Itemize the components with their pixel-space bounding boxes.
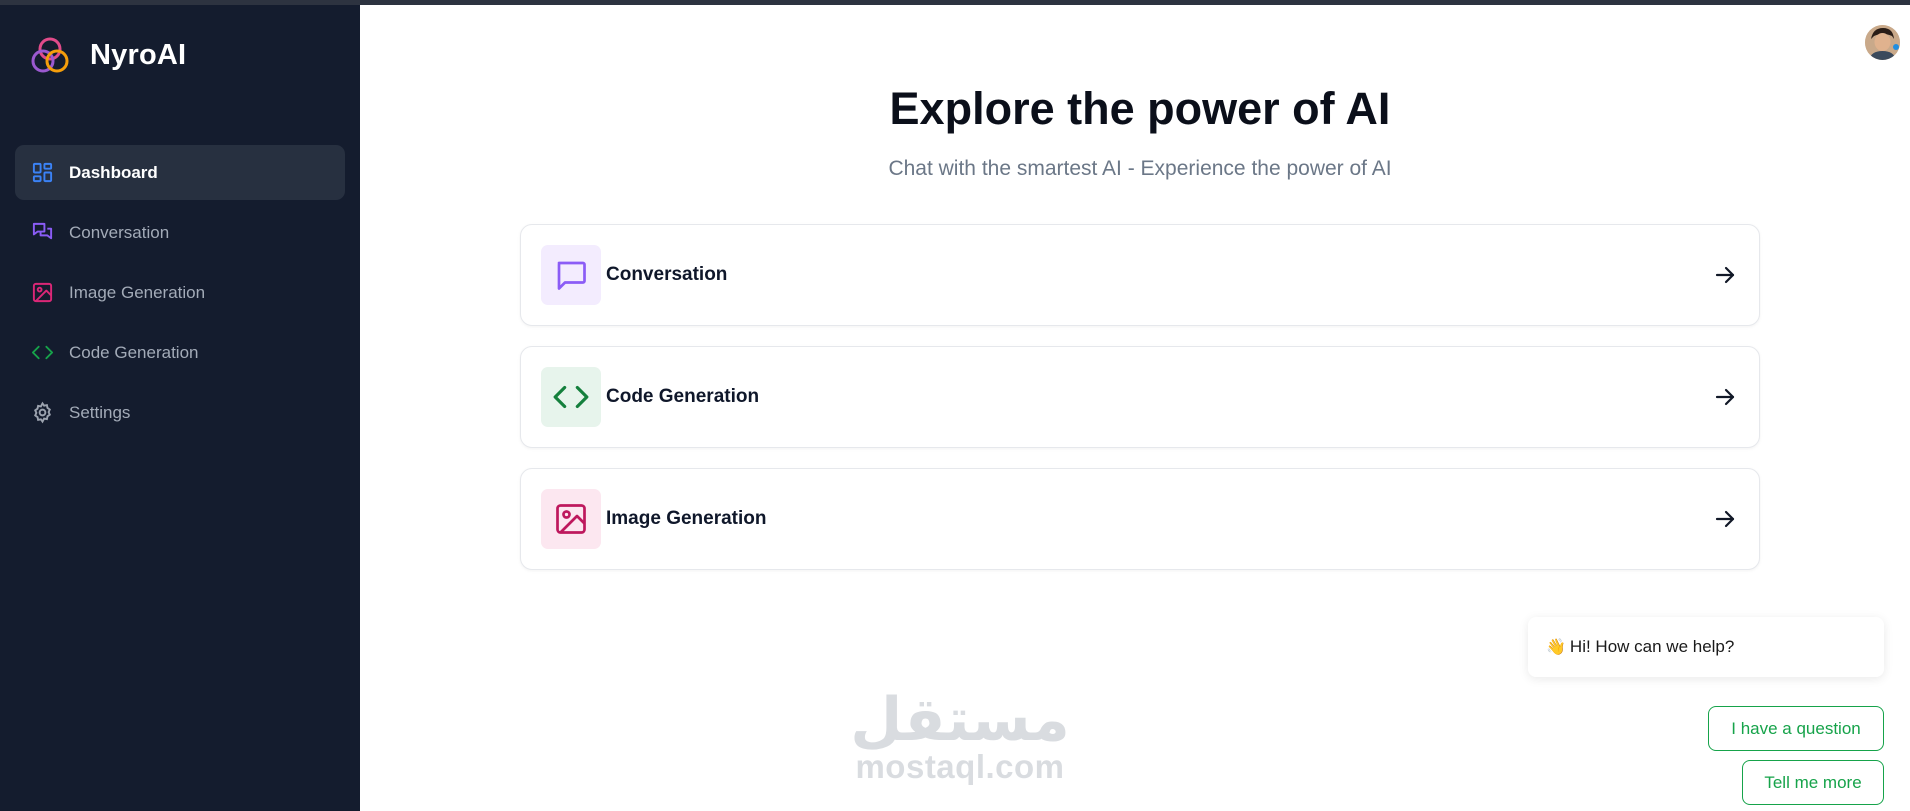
sidebar-item-image-generation[interactable]: Image Generation <box>15 265 345 320</box>
sidebar-nav: Dashboard Conversation Image Generation <box>15 145 345 445</box>
sidebar-item-dashboard[interactable]: Dashboard <box>15 145 345 200</box>
tool-card-label: Code Generation <box>606 386 760 407</box>
chat-greeting-text: Hi! How can we help? <box>1569 637 1735 656</box>
watermark-arabic: مستقل <box>850 685 1070 755</box>
chat-icon <box>541 245 601 305</box>
arrow-right-icon[interactable] <box>1711 383 1739 411</box>
wave-icon: 👋 <box>1546 639 1566 656</box>
tool-card-code-generation[interactable]: Code Generation <box>520 346 1760 448</box>
arrow-right-icon[interactable] <box>1711 505 1739 533</box>
sidebar-item-label: Conversation <box>69 222 170 242</box>
tool-card-label: Image Generation <box>606 508 767 529</box>
page-subtitle: Chat with the smartest AI - Experience t… <box>888 157 1392 180</box>
nyroai-logo-icon <box>31 37 69 73</box>
window-top-bar <box>0 0 1910 5</box>
code-icon <box>541 367 601 427</box>
sidebar-item-conversation[interactable]: Conversation <box>15 205 345 260</box>
sidebar-item-settings[interactable]: Settings <box>15 385 345 440</box>
sidebar-item-label: Dashboard <box>69 162 158 182</box>
brand-name: NyroAI <box>90 38 187 71</box>
watermark-latin: mostaql.com <box>855 748 1065 785</box>
chat-icon <box>30 220 55 245</box>
avatar-icon <box>1865 25 1900 60</box>
code-icon <box>30 340 55 365</box>
tool-card-label: Conversation <box>606 264 728 285</box>
tool-card-conversation[interactable]: Conversation <box>520 224 1760 326</box>
image-icon <box>541 489 601 549</box>
sidebar-item-label: Image Generation <box>69 282 206 302</box>
main-content: Explore the power of AI Chat with the sm… <box>360 5 1910 811</box>
user-avatar[interactable] <box>1865 25 1900 60</box>
sidebar-item-label: Settings <box>69 402 131 422</box>
sidebar-item-code-generation[interactable]: Code Generation <box>15 325 345 380</box>
quick-reply-tell-more-button[interactable]: Tell me more <box>1742 760 1884 805</box>
dashboard-icon <box>30 160 55 185</box>
gear-icon <box>30 400 55 425</box>
image-icon <box>30 280 55 305</box>
tool-card-image-generation[interactable]: Image Generation <box>520 468 1760 570</box>
page-title: Explore the power of AI <box>889 83 1391 134</box>
arrow-right-icon[interactable] <box>1711 261 1739 289</box>
watermark: مستقل mostaql.com <box>840 690 1080 784</box>
tool-card-list: Conversation Code Generation Image Gener… <box>520 224 1760 590</box>
brand[interactable]: NyroAI <box>29 34 186 76</box>
quick-reply-question-button[interactable]: I have a question <box>1708 706 1884 751</box>
sidebar: NyroAI Dashboard Conversation Image Gene… <box>0 0 360 811</box>
chat-greeting-bubble: 👋 Hi! How can we help? <box>1528 617 1884 677</box>
sidebar-item-label: Code Generation <box>69 342 199 362</box>
